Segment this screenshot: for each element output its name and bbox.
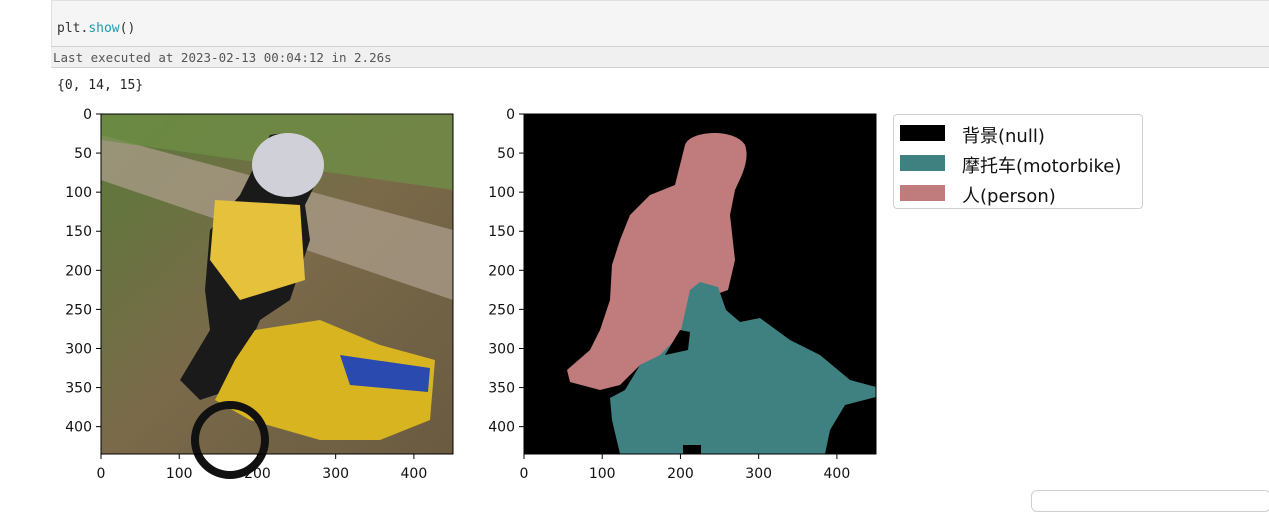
photo-y-tick-label: 350 [65,381,92,397]
photo-helmet [252,133,324,197]
seg-x-tick-label: 400 [824,466,851,482]
photo-x-tick-label: 100 [166,466,193,482]
photo-x-tick-label: 400 [401,466,428,482]
legend-swatch [900,185,945,201]
photo-axes [100,113,454,479]
legend-label: 背景(null) [962,126,1045,147]
seg-x-tick-label: 300 [745,466,772,482]
seg-y-tick-label: 400 [488,420,515,436]
segmentation-axes [523,113,877,455]
seg-background-hole-2 [683,445,701,454]
seg-y-tick-label: 0 [506,107,515,123]
photo-y-tick-label: 50 [74,146,92,162]
photo-y-tick-label: 150 [65,224,92,240]
photo-y-tick-label: 200 [65,263,92,279]
photo-y-tick-label: 0 [83,107,92,123]
photo-y-tick-label: 400 [65,420,92,436]
seg-y-tick-label: 250 [488,302,515,318]
plot-figure: 0 50 100 150 200 250 300 350 400 0 100 200 300 400 0 50… [65,107,877,482]
notebook-toolbar-widget[interactable] [1031,490,1269,512]
seg-y-tick-label: 300 [488,341,515,357]
seg-x-tick-label: 0 [520,466,529,482]
photo-x-tick-label: 0 [97,466,106,482]
photo-y-tick-label: 250 [65,302,92,318]
seg-y-tick-label: 100 [488,185,515,201]
legend-label: 摩托车(motorbike) [962,156,1122,177]
legend-swatch [900,155,945,171]
seg-y-tick-label: 200 [488,263,515,279]
legend-swatch [900,125,945,141]
seg-x-tick-label: 100 [589,466,616,482]
legend-label: 人(person) [962,186,1056,207]
photo-y-tick-label: 100 [65,185,92,201]
seg-y-tick-label: 350 [488,381,515,397]
photo-x-tick-label: 300 [322,466,349,482]
legend: 背景(null) 摩托车(motorbike) 人(person) [893,114,1143,209]
seg-y-tick-label: 150 [488,224,515,240]
seg-x-tick-label: 200 [667,466,694,482]
seg-y-tick-label: 50 [497,146,515,162]
photo-x-tick-label: 200 [244,466,271,482]
photo-y-tick-label: 300 [65,341,92,357]
